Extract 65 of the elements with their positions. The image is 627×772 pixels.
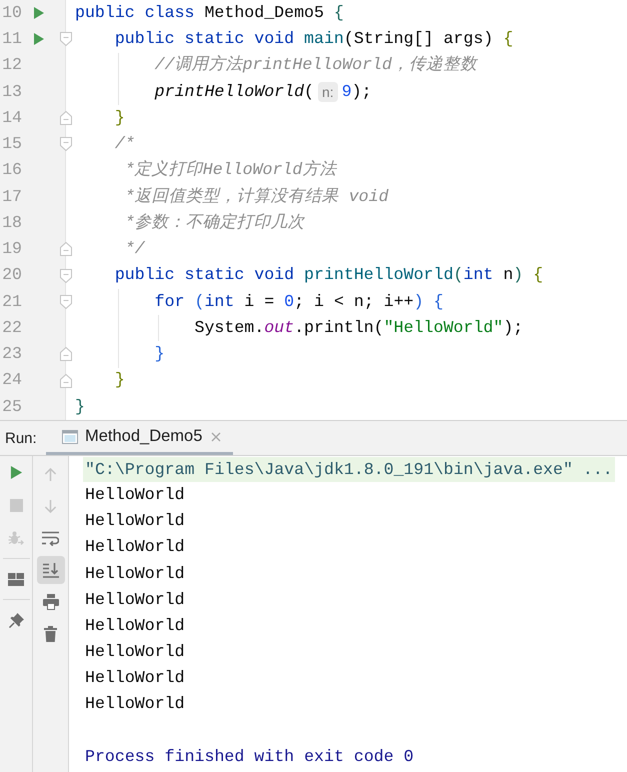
- console-exit-message: Process finished with exit code 0: [85, 748, 414, 766]
- wrap-icon[interactable]: [42, 530, 59, 546]
- line-number: 25: [1, 398, 22, 416]
- parameter-hint: n:: [318, 82, 338, 102]
- code-line: System.out.println("HelloWorld");: [194, 320, 524, 336]
- console-window-icon: [62, 428, 78, 444]
- console-output-line: HelloWorld: [85, 486, 185, 504]
- fold-marker-icon[interactable]: [60, 374, 72, 388]
- code-line: }: [154, 346, 165, 363]
- line-number: 10: [1, 4, 22, 22]
- console-output-line: HelloWorld: [85, 592, 185, 608]
- code-line: 9);: [342, 84, 372, 100]
- code-line: }: [114, 372, 125, 389]
- fold-marker-icon[interactable]: [60, 294, 72, 309]
- line-number: 13: [1, 84, 22, 100]
- line-number: 24: [1, 372, 22, 389]
- run-icon[interactable]: [34, 7, 44, 20]
- close-icon[interactable]: [211, 432, 222, 442]
- line-number: 16: [1, 162, 22, 179]
- line-number: 22: [1, 320, 22, 336]
- console-output-line: HelloWorld: [85, 513, 185, 530]
- console-output-line: HelloWorld: [85, 696, 185, 714]
- code-line: //调用方法printHelloWorld，传递整数: [154, 57, 477, 74]
- code-line: /*: [114, 136, 135, 153]
- code-line: *定义打印HelloWorld方法: [124, 162, 336, 179]
- line-number: 20: [1, 267, 22, 284]
- line-number: 19: [1, 241, 22, 258]
- code-line: for (int i = 0; i < n; i++) {: [154, 294, 444, 310]
- fold-marker-icon[interactable]: [60, 242, 72, 256]
- line-number: 21: [1, 294, 22, 310]
- code-line: }: [75, 398, 85, 416]
- console-output-line: HelloWorld: [85, 644, 185, 661]
- console-output-line: HelloWorld: [85, 539, 185, 556]
- run-icon[interactable]: [34, 33, 44, 46]
- line-number: 14: [1, 110, 22, 126]
- fold-marker-icon[interactable]: [60, 347, 72, 362]
- line-number: 15: [1, 136, 22, 153]
- line-number: 11: [1, 31, 22, 48]
- play-icon[interactable]: [10, 464, 22, 480]
- code-line: *参数：不确定打印几次: [124, 214, 305, 232]
- console-output-line: HelloWorld: [85, 566, 185, 582]
- line-number: 18: [1, 214, 22, 232]
- code-line: }: [114, 110, 125, 126]
- line-number: 23: [1, 346, 22, 363]
- code-line: *返回值类型，计算没有结果 void: [124, 188, 389, 206]
- scroll-to-end-icon[interactable]: [42, 562, 58, 578]
- fold-marker-icon[interactable]: [60, 111, 72, 125]
- code-line: public static void printHelloWorld(int n) {: [114, 267, 544, 284]
- code-line: */: [124, 241, 145, 258]
- trash-icon[interactable]: [44, 626, 57, 642]
- fold-marker-icon[interactable]: [60, 32, 72, 46]
- code-line: printHelloWorld(: [154, 84, 314, 100]
- scroll-to-end-button[interactable]: [36, 556, 64, 584]
- pin-icon[interactable]: [8, 612, 24, 628]
- code-line: public class Method_Demo5 {: [75, 4, 344, 22]
- fold-marker-icon[interactable]: [60, 268, 72, 282]
- code-line: public static void main(String[] args) {: [114, 31, 514, 48]
- console-output-line: HelloWorld: [85, 670, 185, 687]
- layout-icon[interactable]: [8, 572, 24, 586]
- fold-marker-icon[interactable]: [60, 137, 72, 152]
- line-number: 12: [1, 57, 22, 74]
- run-label: Run:: [5, 430, 37, 446]
- line-number: 17: [1, 188, 22, 206]
- printer-icon[interactable]: [42, 594, 58, 610]
- console-output-line: HelloWorld: [85, 618, 185, 635]
